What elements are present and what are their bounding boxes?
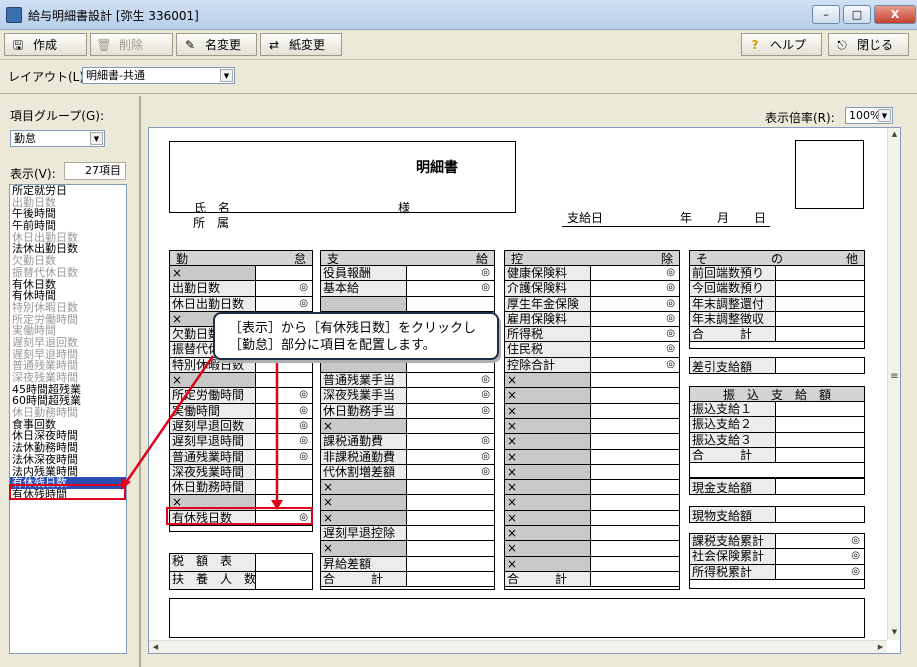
highlight-placed-cell <box>166 507 313 525</box>
arrow-to-list <box>123 355 215 485</box>
callout-line-2: ［勤怠］部分に項目を配置します。 <box>229 338 436 353</box>
instruction-callout: ［表示］から［有休残日数］をクリックし ［勤怠］部分に項目を配置します。 <box>213 312 499 360</box>
callout-line-1: ［表示］から［有休残日数］をクリックし <box>229 321 477 336</box>
highlight-list-item <box>9 484 126 500</box>
